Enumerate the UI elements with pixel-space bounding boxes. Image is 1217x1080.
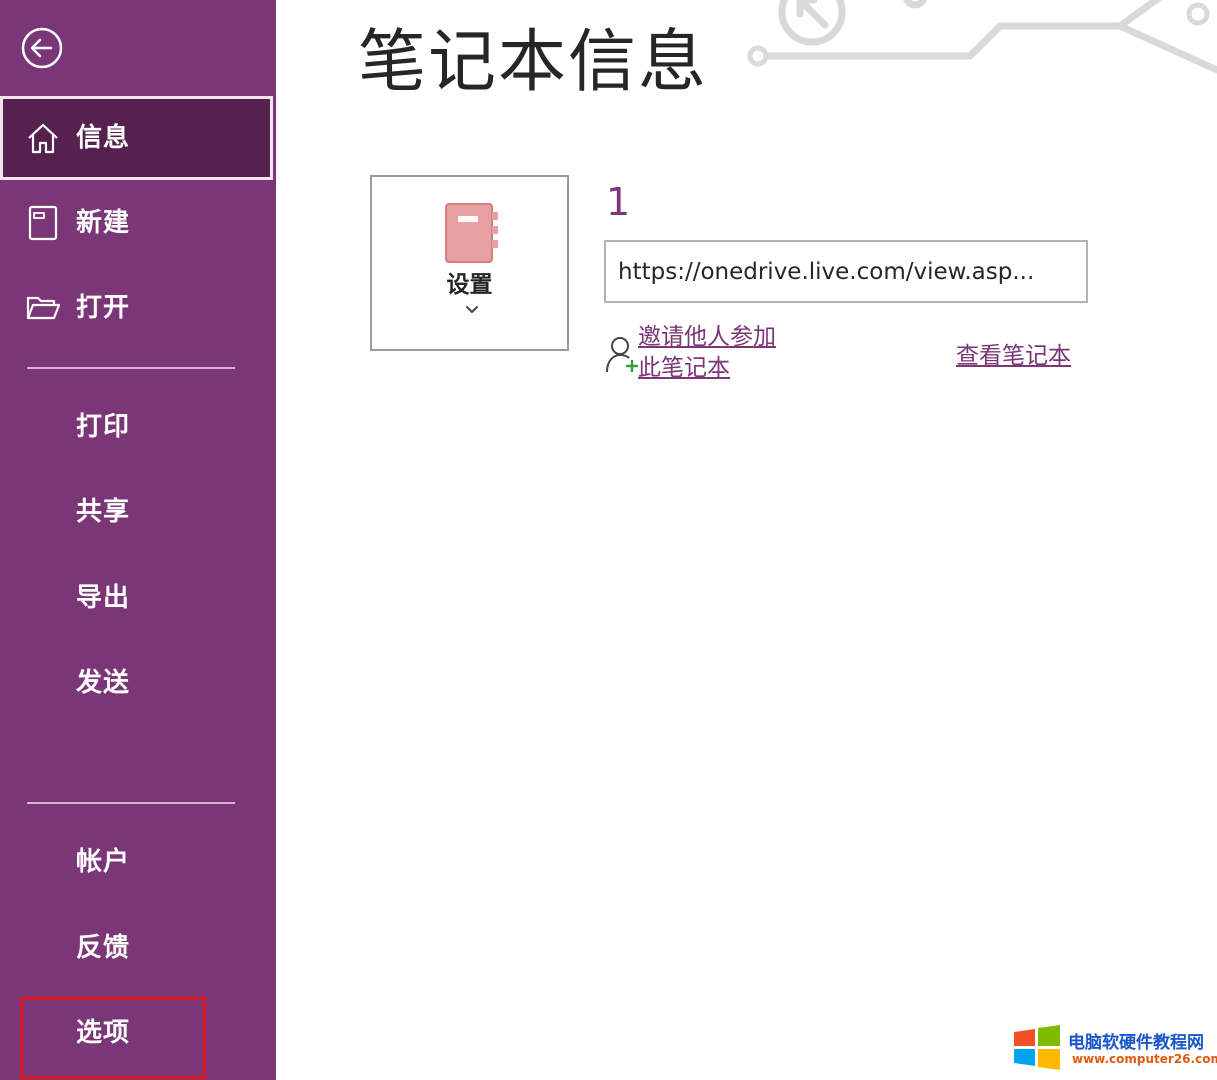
sidebar-divider (27, 367, 235, 369)
home-icon (28, 123, 58, 154)
settings-label: 设置 (446, 272, 493, 298)
nav-label-feedback: 反馈 (76, 933, 131, 963)
circuit-decoration (747, 0, 1217, 74)
sidebar-divider (27, 802, 235, 804)
nav-label-share: 共享 (76, 497, 131, 527)
nav-item-new[interactable]: 新建 (0, 181, 276, 265)
invite-people-link[interactable]: 邀请他人参加 此笔记本 (602, 322, 812, 382)
nav-item-account[interactable]: 帐户 (0, 820, 276, 904)
nav-label-new: 新建 (76, 208, 131, 238)
watermark-title: 电脑软硬件教程网 (1068, 1033, 1204, 1053)
nav-label-print: 打印 (76, 412, 131, 442)
new-page-icon (28, 205, 58, 241)
notebook-name: 1 (606, 180, 631, 224)
add-person-icon (606, 337, 638, 373)
notebook-icon (445, 203, 498, 263)
nav-item-info[interactable]: 信息 (0, 96, 273, 180)
notebook-settings-button[interactable]: 设置 (370, 175, 569, 351)
view-notebook-link[interactable]: 查看笔记本 (956, 336, 1071, 370)
invite-text-line2: 此笔记本 (638, 355, 730, 381)
nav-item-send[interactable]: 发送 (0, 641, 276, 725)
nav-item-export[interactable]: 导出 (0, 556, 276, 640)
folder-open-icon (26, 296, 60, 320)
back-button[interactable] (20, 26, 64, 70)
site-watermark: 电脑软硬件教程网 www.computer26.com (1012, 1022, 1217, 1074)
windows-logo-icon (1014, 1025, 1060, 1070)
nav-item-share[interactable]: 共享 (0, 470, 276, 554)
nav-label-info: 信息 (76, 123, 131, 153)
page-title: 笔记本信息 (358, 23, 709, 102)
backstage-sidebar: 信息 新建 打开 打印 共享 导出 发送 帐户 反馈 选项 (0, 0, 276, 1080)
watermark-url: www.computer26.com (1072, 1052, 1217, 1066)
nav-item-print[interactable]: 打印 (0, 385, 276, 469)
nav-label-account: 帐户 (76, 847, 131, 877)
nav-label-send: 发送 (76, 668, 131, 698)
nav-item-feedback[interactable]: 反馈 (0, 906, 276, 990)
invite-text-line1: 邀请他人参加 (638, 324, 776, 350)
nav-label-open: 打开 (76, 293, 131, 323)
notebook-url-field[interactable] (604, 240, 1088, 303)
nav-item-open[interactable]: 打开 (0, 266, 276, 350)
back-arrow-icon (21, 27, 63, 69)
nav-label-export: 导出 (76, 583, 131, 613)
chevron-down-icon (466, 306, 478, 314)
options-highlight-box (20, 997, 206, 1079)
